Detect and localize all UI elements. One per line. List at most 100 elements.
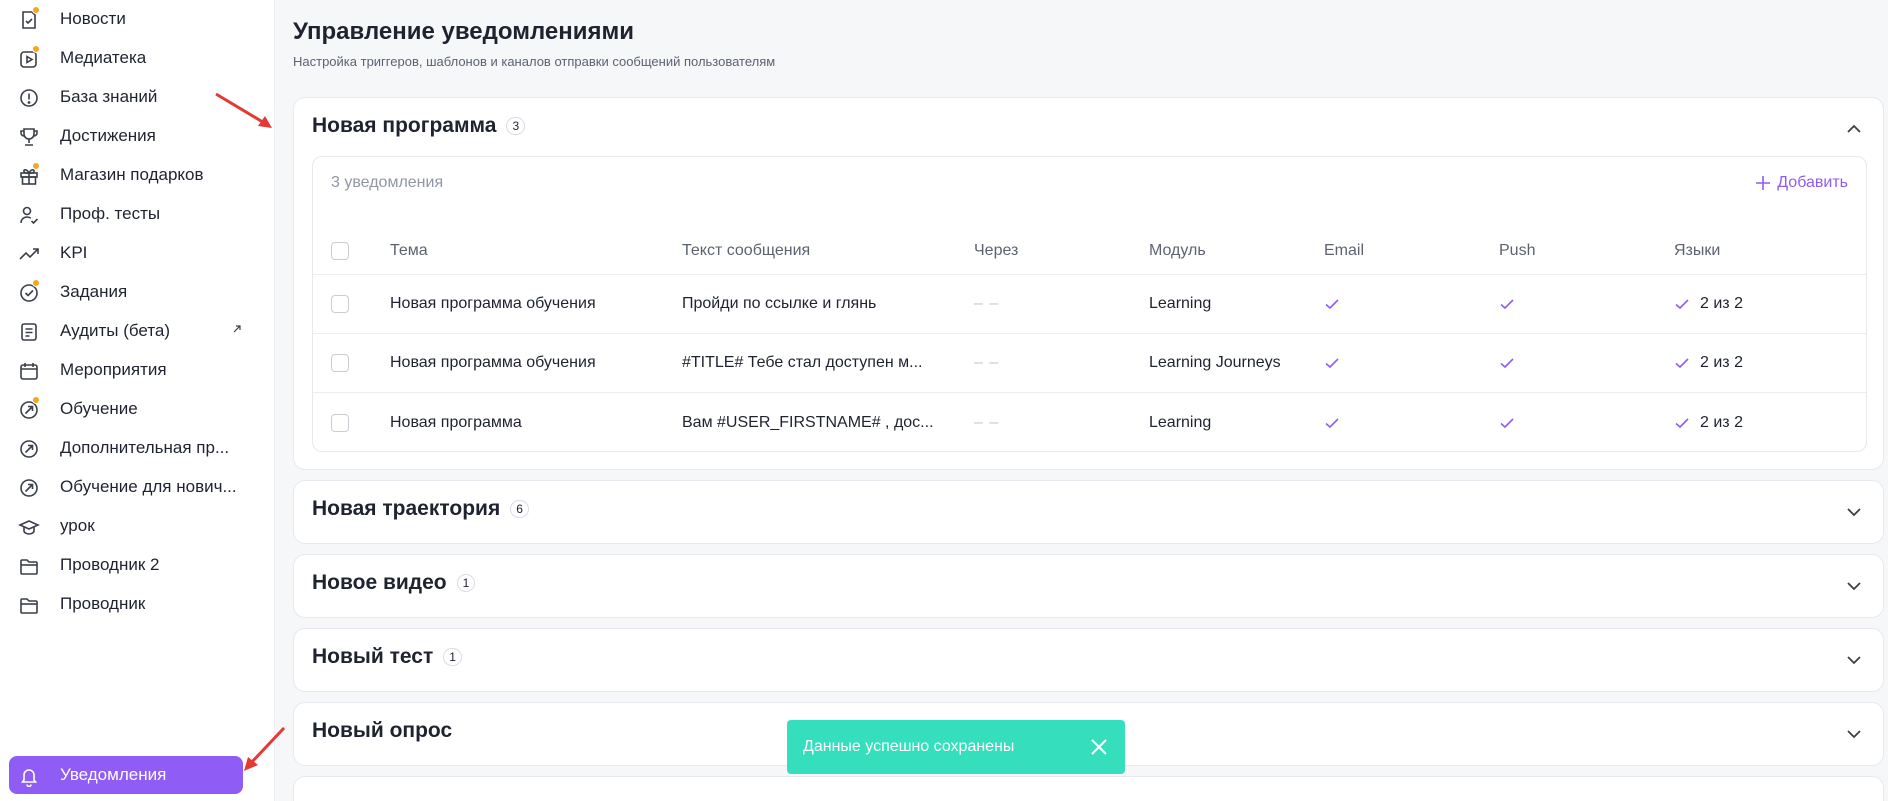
notification-dot — [32, 162, 40, 170]
notification-dot — [32, 45, 40, 53]
column-header-languages[interactable]: Языки — [1674, 227, 1814, 274]
table-row[interactable]: Новая программа обучения #TITLE# Тебе ст… — [313, 334, 1866, 393]
table-row[interactable]: Новая программа Вам #USER_FIRSTNAME# , д… — [313, 393, 1866, 451]
chevron-down-icon[interactable] — [1845, 503, 1863, 521]
sidebar-item-label: Достижения — [60, 126, 156, 145]
page-title: Управление уведомлениями — [293, 18, 635, 45]
document-icon — [18, 321, 40, 341]
column-header-module[interactable]: Модуль — [1149, 227, 1289, 274]
column-header-push[interactable]: Push — [1499, 227, 1639, 274]
sidebar-item-label: Обучение — [60, 399, 138, 418]
sidebar-item-prof-tests[interactable]: Проф. тесты — [9, 195, 243, 233]
chevron-up-icon[interactable] — [1845, 120, 1863, 138]
sidebar-item-label: Магазин подарков — [60, 165, 204, 184]
sidebar-item-label: Аудиты (бета) — [60, 321, 171, 340]
sidebar-item-audits[interactable]: Аудиты (бета) — [9, 312, 243, 350]
notification-dot — [32, 279, 40, 287]
section-new-video: Новое видео 1 — [293, 554, 1884, 618]
sidebar-item-additional-program[interactable]: Дополнительная пр... — [9, 429, 243, 467]
sidebar-item-kpi[interactable]: KPI — [9, 234, 243, 272]
sidebar-item-newcomer-learning[interactable]: Обучение для нович... — [9, 468, 243, 506]
sidebar-item-knowledge-base[interactable]: База знаний — [9, 78, 243, 116]
section-title-text: Новое видео — [312, 571, 447, 594]
cell-topic: Новая программа обучения — [390, 354, 596, 371]
cell-text: Пройди по ссылке и глянь — [682, 295, 877, 312]
cell-module: Learning Journeys — [1149, 354, 1281, 371]
sidebar-item-achievements[interactable]: Достижения — [9, 117, 243, 155]
notification-dot — [32, 396, 40, 404]
cell-after: – – — [974, 413, 1000, 431]
languages-check-icon — [1675, 417, 1689, 428]
chevron-down-icon[interactable] — [1845, 725, 1863, 743]
column-header-email[interactable]: Email — [1324, 227, 1464, 274]
calendar-icon — [18, 360, 40, 380]
section-title: Новое видео 1 — [312, 571, 476, 595]
bell-icon — [18, 765, 40, 788]
column-header-text[interactable]: Текст сообщения — [682, 227, 912, 274]
sidebar-item-tasks[interactable]: Задания — [9, 273, 243, 311]
sidebar-item-news[interactable]: Новости — [9, 0, 243, 38]
section-header[interactable]: Новая программа 3 — [294, 98, 1883, 160]
cell-text: #TITLE# Тебе стал доступен м... — [682, 354, 923, 371]
column-header-topic[interactable]: Тема — [390, 227, 620, 274]
sidebar-item-learning[interactable]: Обучение — [9, 390, 243, 428]
sidebar-item-label: Медиатека — [60, 48, 147, 67]
section-header[interactable]: Новая траектория 6 — [294, 481, 1883, 543]
push-check-icon — [1499, 334, 1539, 392]
cell-languages: 2 из 2 — [1674, 275, 1814, 333]
sidebar-item-gift-shop[interactable]: Магазин подарков — [9, 156, 243, 194]
row-checkbox[interactable] — [331, 295, 349, 313]
add-button[interactable]: Добавить — [1755, 173, 1848, 193]
email-check-icon — [1324, 275, 1364, 333]
chevron-down-icon[interactable] — [1845, 651, 1863, 669]
trophy-icon — [18, 126, 40, 146]
sidebar-item-lesson[interactable]: урок — [9, 507, 243, 545]
sidebar-item-explorer-2[interactable]: Проводник 2 — [9, 546, 243, 584]
sidebar-item-label: Задания — [60, 282, 128, 301]
push-check-icon — [1499, 275, 1539, 333]
info-circle-icon — [18, 87, 40, 107]
sidebar-item-label: Мероприятия — [60, 360, 167, 379]
section-header[interactable]: Новый тест 1 — [294, 629, 1883, 691]
sidebar-item-label: Проф. тесты — [60, 204, 161, 223]
learning-arrow-icon — [18, 477, 40, 497]
languages-check-icon — [1675, 358, 1689, 369]
close-icon[interactable] — [1089, 737, 1109, 757]
cell-languages: 2 из 2 — [1674, 393, 1814, 451]
section-header[interactable]: Новое видео 1 — [294, 555, 1883, 617]
add-button-label: Добавить — [1777, 174, 1848, 191]
section-new-trajectory: Новая траектория 6 — [293, 480, 1884, 544]
section-title-text: Новый опрос — [312, 719, 453, 742]
sidebar-item-label: Уведомления — [60, 765, 167, 784]
sidebar-scrollbar[interactable] — [258, 0, 260, 801]
section-title: Новый тест 1 — [312, 645, 462, 669]
languages-count: 2 из 2 — [1700, 295, 1743, 312]
sidebar-item-events[interactable]: Мероприятия — [9, 351, 243, 389]
section-new-test: Новый тест 1 — [293, 628, 1884, 692]
external-link-icon — [232, 321, 242, 333]
table-row[interactable]: Новая программа обучения Пройди по ссылк… — [313, 275, 1866, 334]
sidebar-item-label: База знаний — [60, 87, 158, 106]
sidebar-item-explorer[interactable]: Проводник — [9, 585, 243, 623]
section-title: Новая траектория 6 — [312, 497, 529, 521]
count-badge: 3 — [506, 117, 526, 135]
user-check-icon — [18, 204, 40, 225]
email-check-icon — [1324, 334, 1364, 392]
section-new-program: Новая программа 3 3 уведомления Добавить… — [293, 97, 1884, 470]
email-check-icon — [1324, 393, 1364, 451]
chevron-down-icon[interactable] — [1845, 577, 1863, 595]
cell-after: – – — [974, 295, 1000, 312]
row-checkbox[interactable] — [331, 413, 349, 432]
column-header-after[interactable]: Через — [974, 227, 1114, 274]
sidebar-item-media[interactable]: Медиатека — [9, 39, 243, 77]
row-checkbox[interactable] — [331, 354, 349, 372]
table-header: Тема Текст сообщения Через Модуль Email … — [313, 227, 1866, 275]
cell-after: – – — [974, 354, 1000, 371]
toast-message: Данные успешно сохранены — [803, 738, 1015, 755]
sidebar-item-notifications[interactable]: Уведомления — [9, 756, 243, 794]
cell-languages: 2 из 2 — [1674, 334, 1814, 392]
select-all-checkbox[interactable] — [331, 241, 349, 260]
table-caption: 3 уведомления — [331, 174, 444, 191]
notifications-table: 3 уведомления Добавить Тема Текст сообще… — [312, 156, 1867, 452]
cell-module: Learning — [1149, 413, 1212, 431]
